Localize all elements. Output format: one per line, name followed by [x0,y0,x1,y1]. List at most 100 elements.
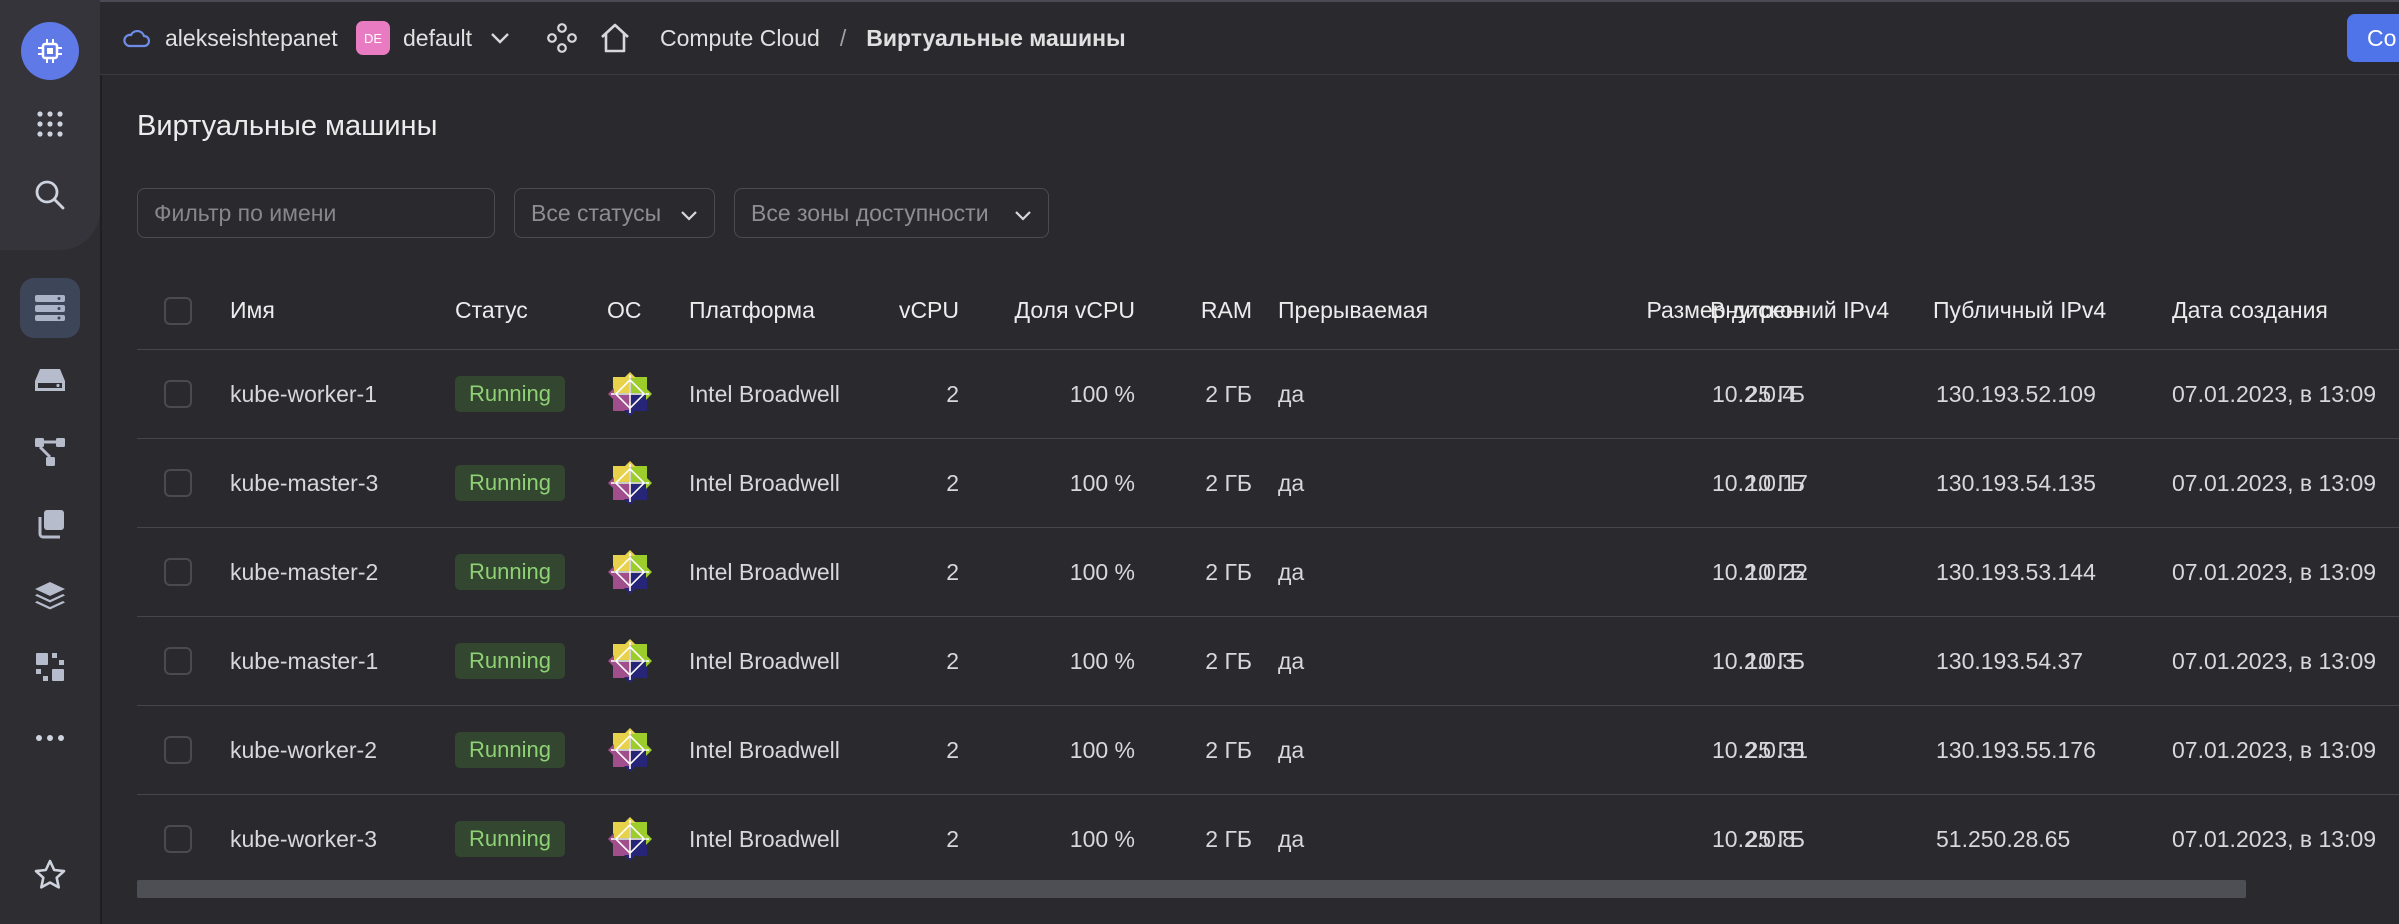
preemptible-cell: да [1278,825,1305,852]
table-row[interactable]: kube-worker-1 Running Intel Broadwell 2 … [137,350,2399,439]
created-cell: 07.01.2023, в 13:09 [2172,380,2377,407]
created-cell: 07.01.2023, в 13:09 [2172,825,2377,852]
status-badge: Running [455,643,565,679]
column-header-status[interactable]: Статус [455,272,528,349]
created-cell: 07.01.2023, в 13:09 [2172,736,2377,763]
status-badge: Running [455,821,565,857]
name-filter-input[interactable] [154,199,478,227]
internal-ip-cell: 10.2.0.22 [1712,558,1808,585]
internal-ip-cell: 10.2.0.4 [1712,380,1796,407]
ram-cell: 2 ГБ [1205,558,1252,585]
disk-icon[interactable] [20,350,80,410]
created-cell: 07.01.2023, в 13:09 [2172,558,2377,585]
compute-logo-icon[interactable] [21,22,79,80]
vcpu-cell: 2 [946,558,959,585]
home-icon[interactable] [599,2,631,74]
status-cell: Running [455,350,565,438]
status-cell: Running [455,795,565,883]
more-icon[interactable] [20,708,80,768]
column-header-vcpu[interactable]: vCPU [857,272,959,349]
platform-cell: Intel Broadwell [689,647,840,674]
vcpu-share-cell: 100 % [1069,469,1135,496]
status-cell: Running [455,528,565,616]
account-link[interactable]: alekseishtepanet [165,2,338,74]
public-ip-cell: 130.193.55.176 [1936,736,2096,763]
vcpu-cell: 2 [946,736,959,763]
status-filter-select[interactable]: Все статусы [514,188,715,238]
column-header-ram[interactable]: RAM [1147,272,1252,349]
breadcrumb: Compute Cloud / Виртуальные машины [660,2,1126,74]
table-row[interactable]: kube-master-3 Running Intel Broadwell 2 … [137,439,2399,528]
network-icon[interactable] [20,422,80,482]
platform-cell: Intel Broadwell [689,736,840,763]
breadcrumb-separator: / [839,24,847,51]
public-ip-cell: 51.250.28.65 [1936,825,2071,852]
row-checkbox[interactable] [164,439,192,527]
platform-cell: Intel Broadwell [689,380,840,407]
table-body: kube-worker-1 Running Intel Broadwell 2 … [137,350,2399,884]
create-vm-button[interactable]: Co [2347,14,2399,62]
account-name: alekseishtepanet [165,24,338,51]
centos-logo-icon [608,461,652,505]
copy-icon[interactable] [20,494,80,554]
column-header-vcpu-share[interactable]: Доля vCPU [987,272,1135,349]
zone-filter-select[interactable]: Все зоны доступности [734,188,1049,238]
services-grid-icon[interactable] [20,94,80,154]
centos-logo-icon [608,639,652,683]
row-checkbox[interactable] [164,528,192,616]
status-cell: Running [455,439,565,527]
row-checkbox[interactable] [164,795,192,883]
breadcrumb-compute-cloud[interactable]: Compute Cloud [660,25,820,52]
status-cell: Running [455,706,565,794]
vm-name[interactable]: kube-master-3 [230,439,378,527]
vm-name[interactable]: kube-worker-1 [230,350,377,438]
folder-badge: DE [356,21,390,55]
layers-icon[interactable] [20,566,80,626]
platform-cell: Intel Broadwell [689,825,840,852]
folder-selector[interactable]: DE default [356,2,510,74]
column-header-preemptible[interactable]: Прерываемая [1278,272,1428,349]
top-bar: alekseishtepanet DE default Compute Clou… [100,0,2399,75]
preemptible-cell: да [1278,647,1305,674]
vm-name[interactable]: kube-worker-2 [230,706,377,794]
select-all-checkbox[interactable] [164,272,192,349]
public-ip-cell: 130.193.52.109 [1936,380,2096,407]
column-header-public-ip[interactable]: Публичный IPv4 [1933,272,2106,349]
services-map-icon[interactable] [546,2,578,74]
column-header-platform[interactable]: Платформа [689,272,815,349]
public-ip-cell: 130.193.54.135 [1936,469,2096,496]
search-icon[interactable] [20,165,80,225]
os-cell [607,439,653,527]
row-checkbox[interactable] [164,350,192,438]
status-badge: Running [455,376,565,412]
table-row[interactable]: kube-worker-3 Running Intel Broadwell 2 … [137,795,2399,884]
vm-name[interactable]: kube-worker-3 [230,795,377,883]
internal-ip-cell: 10.2.0.17 [1712,469,1808,496]
internal-ip-cell: 10.2.0.31 [1712,736,1808,763]
breadcrumb-current: Виртуальные машины [866,24,1126,51]
column-header-internal-ip[interactable]: Внутренний IPv4 [1710,272,1889,349]
preemptible-cell: да [1278,558,1305,585]
placement-icon[interactable] [20,637,80,697]
folder-name: default [403,24,473,51]
table-row[interactable]: kube-master-2 Running Intel Broadwell 2 … [137,528,2399,617]
column-header-name[interactable]: Имя [230,272,275,349]
vm-name[interactable]: kube-master-1 [230,617,378,705]
horizontal-scrollbar-thumb[interactable] [137,880,2246,898]
server-list-icon[interactable] [20,278,80,338]
status-cell: Running [455,617,565,705]
column-header-os[interactable]: ОС [607,272,642,349]
star-icon[interactable] [20,845,80,905]
vm-name[interactable]: kube-master-2 [230,528,378,616]
centos-logo-icon [608,728,652,772]
os-cell [607,350,653,438]
row-checkbox[interactable] [164,706,192,794]
name-filter[interactable] [137,188,495,238]
table-row[interactable]: kube-master-1 Running Intel Broadwell 2 … [137,617,2399,706]
table-row[interactable]: kube-worker-2 Running Intel Broadwell 2 … [137,706,2399,795]
platform-cell: Intel Broadwell [689,469,840,496]
status-badge: Running [455,554,565,590]
row-checkbox[interactable] [164,617,192,705]
cloud-icon [122,2,150,74]
column-header-created[interactable]: Дата создания [2172,272,2328,349]
